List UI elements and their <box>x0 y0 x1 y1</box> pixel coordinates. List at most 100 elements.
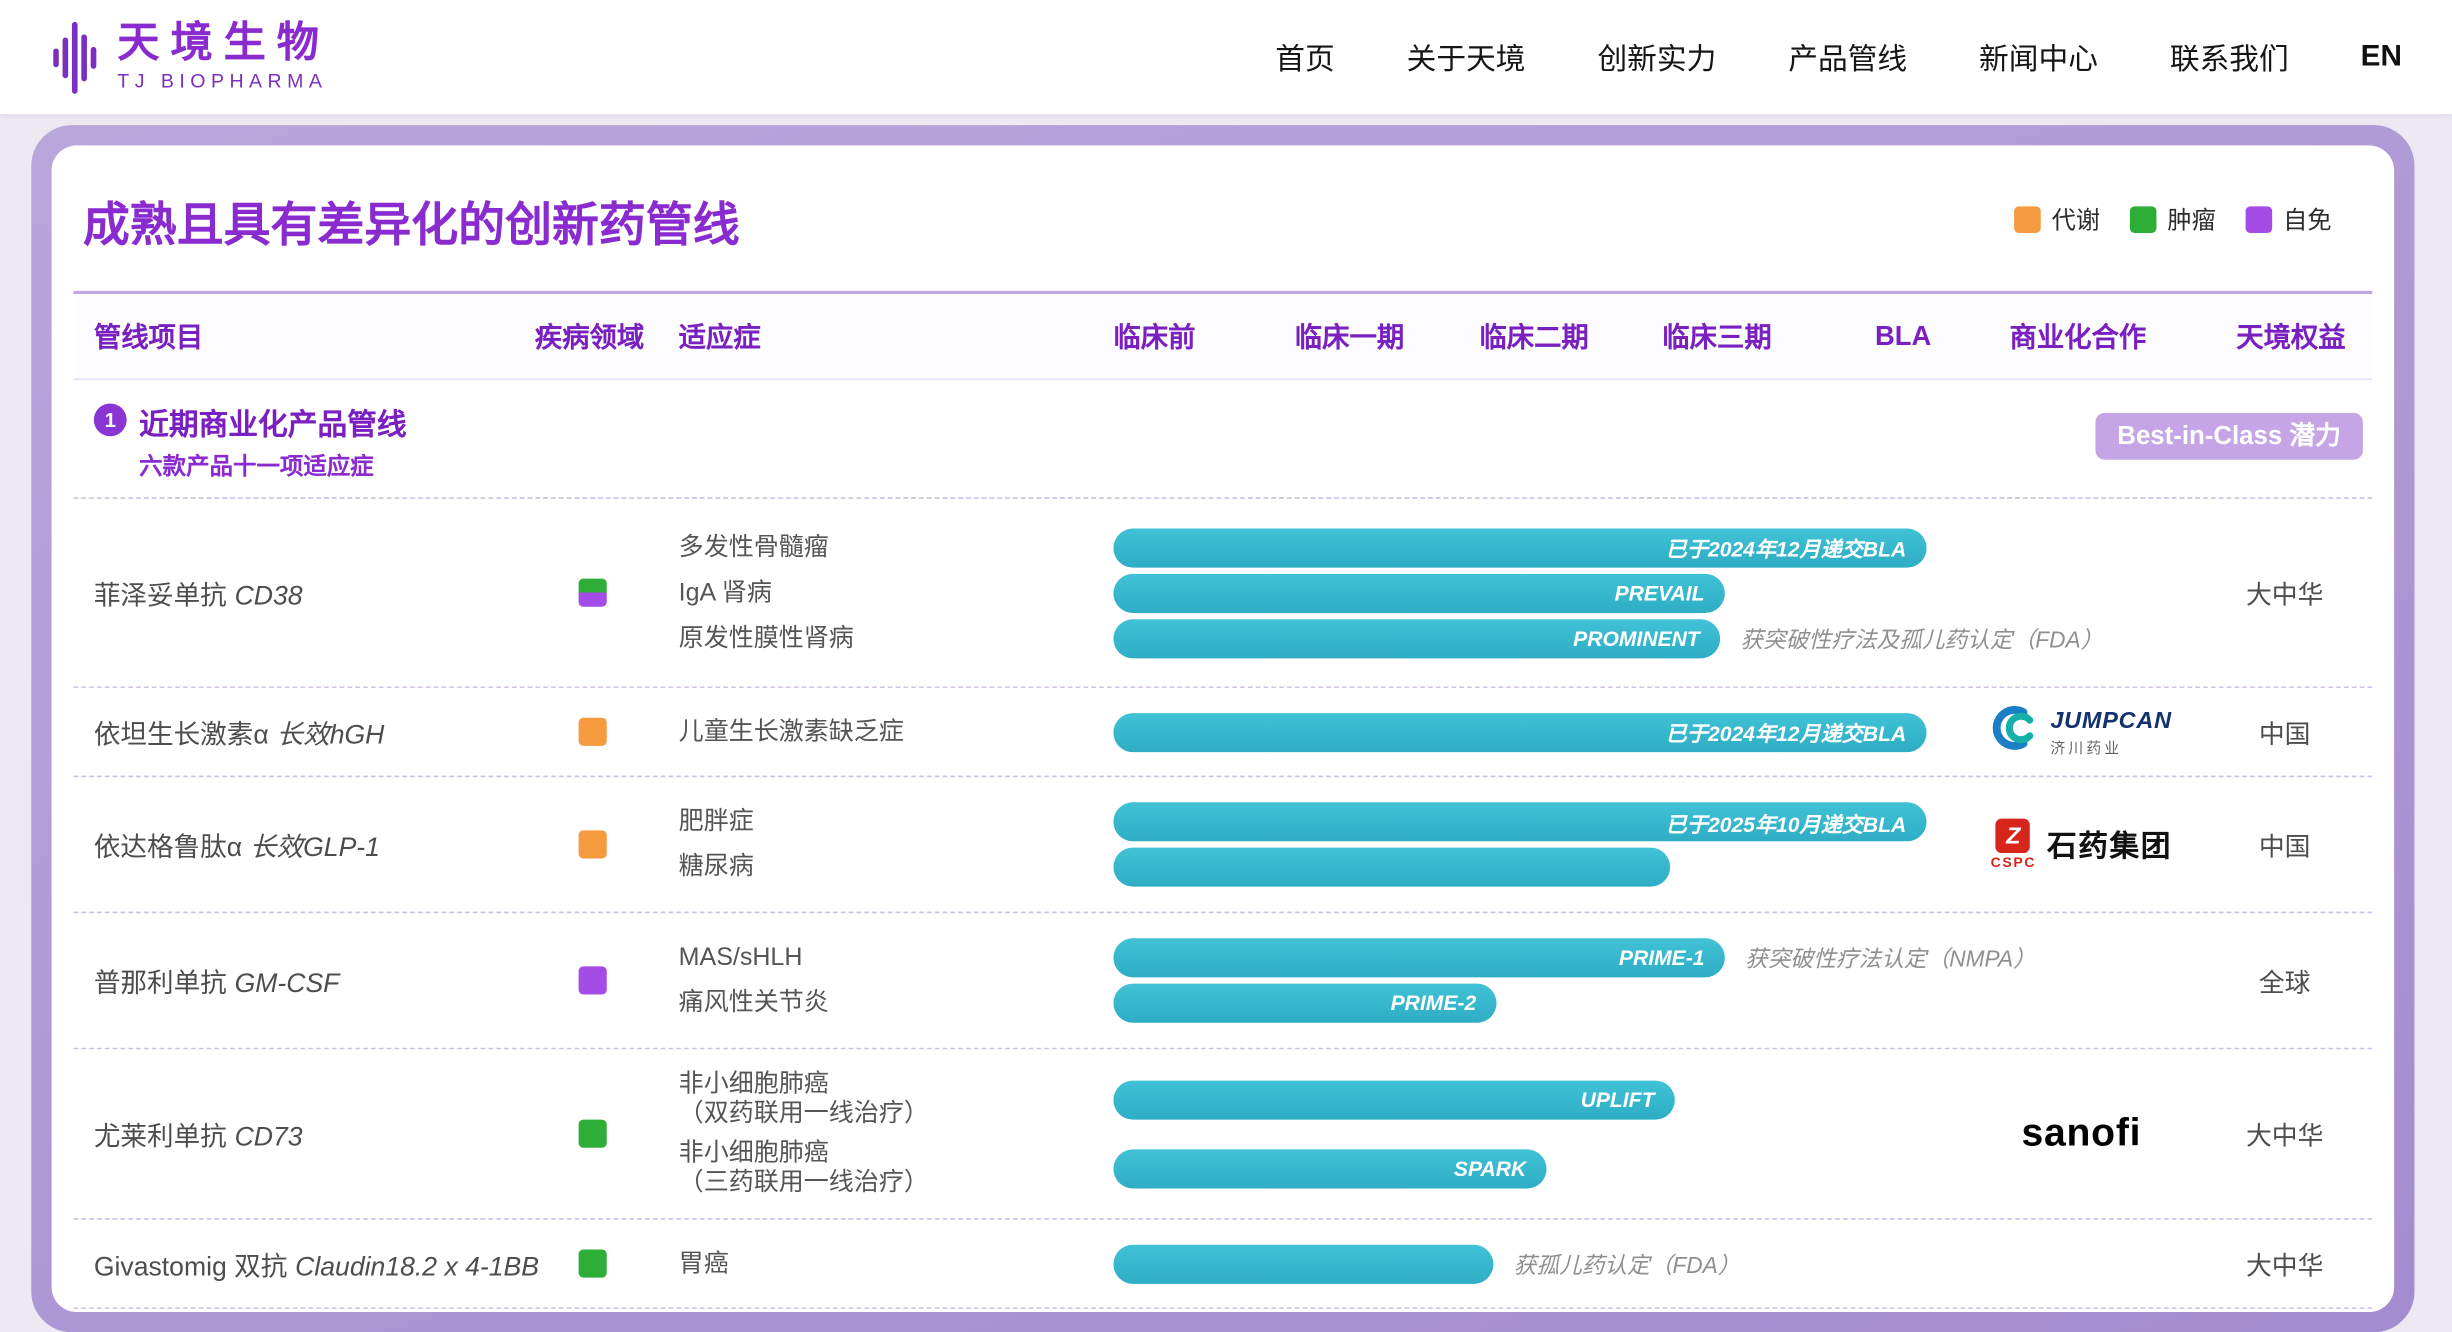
bar-area: 已于2024年12月递交BLA <box>1113 712 1926 751</box>
phase-bar: 已于2025年10月递交BLA <box>1113 802 1926 841</box>
jumpcan-subname: 济川药业 <box>2050 735 2171 757</box>
product-target: Claudin18.2 x 4-1BB <box>295 1252 539 1282</box>
jumpcan-logo-icon <box>1991 703 2041 761</box>
bar-area <box>1113 848 1670 887</box>
cspc-logo: ZCSPC 石药集团 <box>1991 819 2172 871</box>
legend-label: 自免 <box>2283 202 2332 236</box>
phase-bar: PROMINENT <box>1113 618 1720 657</box>
indication-row: 胃癌 获孤儿药认定（FDA） <box>679 1241 2373 1286</box>
indication-label: 糖尿病 <box>679 852 1114 882</box>
bar-area: UPLIFT <box>1113 1080 1674 1119</box>
phase-bar-label: 已于2024年12月递交BLA <box>1666 532 1907 563</box>
page-background: 成熟且具有差异化的创新药管线 代谢肿瘤自免 管线项目疾病领域适应症临床前临床一期… <box>0 114 2452 1300</box>
column-header: 管线项目 <box>94 317 203 356</box>
product-target: CD38 <box>235 581 303 611</box>
logo[interactable]: 天境生物 TJ BIOPHARMA <box>53 15 330 99</box>
nav-item[interactable]: 联系我们 <box>2170 36 2289 78</box>
cspc-en-name: CSPC <box>1991 855 2036 871</box>
nav-item[interactable]: 首页 <box>1275 36 1334 78</box>
designation-note: 获突破性疗法认定（NMPA） <box>1745 941 2036 974</box>
logo-text: 天境生物 TJ BIOPHARMA <box>117 22 330 92</box>
logo-name-en: TJ BIOPHARMA <box>117 70 330 92</box>
phase-bar: PRIME-1 <box>1113 938 1724 977</box>
indication-label: 原发性膜性肾病 <box>679 623 1114 653</box>
legend-item: 自免 <box>2246 202 2332 236</box>
cspc-logo-icon-block: ZCSPC <box>1991 819 2036 871</box>
column-header: 天境权益 <box>2236 317 2345 356</box>
jumpcan-name: JUMPCAN <box>2050 707 2171 734</box>
pipeline-row: 依坦生长激素α长效hGH儿童生长激素缺乏症已于2024年12月递交BLAJUMP… <box>73 686 2372 775</box>
column-header: 临床二期 <box>1479 317 1588 356</box>
phase-bar-label: PROMINENT <box>1573 626 1700 649</box>
rights-region: 中国 <box>2183 713 2386 751</box>
column-header: 适应症 <box>679 317 761 356</box>
indication-label: 非小细胞肺癌 （三药联用一线治疗） <box>679 1138 1114 1197</box>
legend-color-square <box>2014 206 2041 233</box>
phase-bar: SPARK <box>1113 1149 1546 1188</box>
nav-item[interactable]: 关于天境 <box>1407 36 1526 78</box>
phase-bar: PREVAIL <box>1113 573 1724 612</box>
disease-area-square <box>579 1120 607 1148</box>
disease-area-square <box>579 579 607 607</box>
bar-area: PREVAIL <box>1113 573 1724 612</box>
card-header: 成熟且具有差异化的创新药管线 代谢肿瘤自免 <box>52 145 2395 290</box>
indication-label: 非小细胞肺癌 （双药联用一线治疗） <box>679 1070 1114 1129</box>
product-name: Givastomig 双抗Claudin18.2 x 4-1BB <box>94 1244 539 1283</box>
product-name-text: Givastomig 双抗 <box>94 1252 288 1282</box>
language-toggle[interactable]: EN <box>2361 40 2402 74</box>
phase-bar: UPLIFT <box>1113 1080 1674 1119</box>
legend-color-square <box>2130 206 2157 233</box>
rights-region: 全球 <box>2183 962 2386 1000</box>
product-name: 尤莱利单抗 CD73 <box>94 1114 303 1153</box>
pipeline-row: 尤莱利单抗 CD73 非小细胞肺癌 （双药联用一线治疗）UPLIFT 非小细胞肺癌 （… <box>73 1048 2372 1218</box>
cspc-name: 石药集团 <box>2047 823 2172 865</box>
main-nav: 首页 关于天境 创新实力 产品管线 新闻中心 联系我们 <box>1275 36 2288 78</box>
disease-area-square <box>579 966 607 994</box>
indication-list: MAS/sHLHPRIME-1获突破性疗法认定（NMPA）痛风性关节炎PRIME… <box>679 913 2373 1047</box>
partner-logo: JUMPCAN济川药业 <box>1956 703 2206 761</box>
disease-area-square <box>579 1249 607 1277</box>
product-target: CD73 <box>235 1122 303 1152</box>
legend-item: 代谢 <box>2014 202 2100 236</box>
designation-note: 获突破性疗法及孤儿药认定（FDA） <box>1740 622 2103 655</box>
page-title: 成熟且具有差异化的创新药管线 <box>83 186 740 255</box>
nav-item[interactable]: 创新实力 <box>1597 36 1716 78</box>
indication-row: 多发性骨髓瘤已于2024年12月递交BLA <box>679 525 2373 570</box>
legend-label: 代谢 <box>2052 202 2101 236</box>
product-name-text: 依坦生长激素α <box>94 720 269 750</box>
indication-label: 胃癌 <box>679 1249 1114 1279</box>
phase-bar: PRIME-2 <box>1113 984 1496 1023</box>
product-name: 依坦生长激素α长效hGH <box>94 712 385 751</box>
nav-item[interactable]: 新闻中心 <box>1979 36 2098 78</box>
phase-bar-label: 已于2025年10月递交BLA <box>1666 806 1907 837</box>
phase-bar: 已于2024年12月递交BLA <box>1113 528 1926 567</box>
pipeline-row: Givastomig 双抗Claudin18.2 x 4-1BB 胃癌 获孤儿药认定… <box>73 1218 2372 1309</box>
section-subtitle: 六款产品十一项适应症 <box>139 449 374 482</box>
indication-row: 原发性膜性肾病 PROMINENT 获突破性疗法及孤儿药认定（FDA） <box>679 615 2373 660</box>
column-header: BLA <box>1875 320 1931 353</box>
table-header-row: 管线项目疾病领域适应症临床前临床一期临床二期临床三期BLA商业化合作天境权益 <box>73 291 2372 380</box>
column-header: 临床前 <box>1113 317 1195 356</box>
product-name-text: 尤莱利单抗 <box>94 1122 227 1152</box>
nav-item[interactable]: 产品管线 <box>1788 36 1907 78</box>
disease-area-square <box>579 830 607 858</box>
bar-area: PRIME-1 获突破性疗法认定（NMPA） <box>1113 938 2035 977</box>
product-name: 普那利单抗GM-CSF <box>94 961 340 1000</box>
bar-area: SPARK <box>1113 1149 1546 1188</box>
section-number-badge: 1 <box>94 403 127 436</box>
jumpcan-logo: JUMPCAN济川药业 <box>1991 703 2172 761</box>
pipeline-row: 依达格鲁肽α长效GLP-1肥胖症已于2025年10月递交BLA糖尿病ZCSPC石… <box>73 776 2372 912</box>
indication-row: IgA 肾病PREVAIL <box>679 570 2373 615</box>
indication-list: 多发性骨髓瘤已于2024年12月递交BLAIgA 肾病PREVAIL原发性膜性肾… <box>679 499 2373 687</box>
designation-note: 获孤儿药认定（FDA） <box>1514 1247 1741 1280</box>
indication-label: IgA 肾病 <box>679 578 1114 608</box>
indication-list: 胃癌 获孤儿药认定（FDA） <box>679 1220 2373 1308</box>
logo-name-cn: 天境生物 <box>117 22 330 64</box>
product-name-text: 依达格鲁肽α <box>94 833 242 863</box>
pipeline-row: 菲泽妥单抗CD38多发性骨髓瘤已于2024年12月递交BLAIgA 肾病PREV… <box>73 497 2372 686</box>
jumpcan-logo-text: JUMPCAN济川药业 <box>2050 707 2171 757</box>
bar-area: PROMINENT 获突破性疗法及孤儿药认定（FDA） <box>1113 618 2103 657</box>
product-name-text: 普那利单抗 <box>94 969 227 999</box>
phase-bar-label: SPARK <box>1454 1156 1526 1179</box>
section-header: 1 近期商业化产品管线 六款产品十一项适应症 Best-in-Class 潜力 <box>73 380 2372 497</box>
